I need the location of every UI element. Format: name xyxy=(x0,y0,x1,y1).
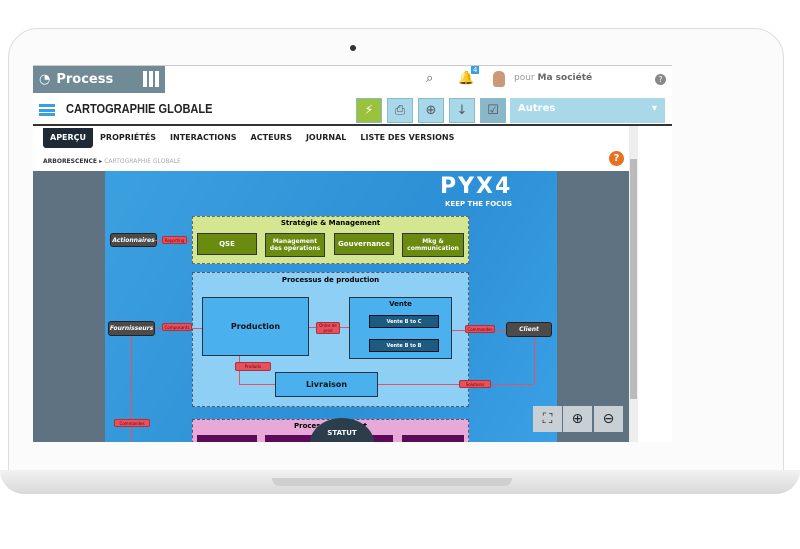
app-screen: ◔ Process ⌕ 🔔 4 pour Ma société ? CARTOGR… xyxy=(33,65,672,442)
client-actor[interactable]: Client xyxy=(506,322,552,337)
flow-label-composants: Composants xyxy=(162,323,192,331)
mkg-communication-process[interactable]: Mkg & communication xyxy=(402,233,464,257)
zoom-in-button[interactable]: ⊕ xyxy=(563,406,592,432)
qse-process[interactable]: QSE xyxy=(197,233,257,255)
company-name: Ma société xyxy=(537,73,593,83)
strategy-title: Stratégie & Management xyxy=(280,219,381,227)
flow-label-solutions: Solutions xyxy=(459,380,491,388)
support-process-1[interactable] xyxy=(197,435,257,442)
breadcrumb-current: CARTOGRAPHIE GLOBALE xyxy=(104,158,181,165)
fournisseurs-actor[interactable]: Fournisseurs xyxy=(108,321,155,336)
print-button[interactable]: ⎙ xyxy=(387,98,413,123)
unlock-button[interactable]: ☑ xyxy=(480,98,506,123)
tab-interactions[interactable]: INTERACTIONS xyxy=(163,128,244,148)
tagline: KEEP THE FOCUS xyxy=(445,200,513,208)
notification-badge: 4 xyxy=(471,66,480,74)
flow-label-commandes-fournisseurs: Commandes xyxy=(114,419,150,427)
chevron-down-icon: ▾ xyxy=(651,103,657,114)
autres-dropdown[interactable]: Autres ▾ xyxy=(510,98,665,123)
fullscreen-button[interactable]: ⛶ xyxy=(533,406,562,432)
flow-line xyxy=(239,384,275,385)
production-title: Processus de production xyxy=(281,276,380,284)
tab-bar: APERÇU PROPRIÉTÉS INTERACTIONS ACTEURS J… xyxy=(43,128,461,148)
apps-grid-icon[interactable] xyxy=(143,71,159,87)
actionnaires-actor[interactable]: Actionnaires xyxy=(110,233,157,247)
vente-b2b[interactable]: Vente B to B xyxy=(369,339,439,352)
production-process[interactable]: Production xyxy=(202,297,309,356)
vente-title: Vente xyxy=(389,300,412,308)
tab-versions[interactable]: LISTE DES VERSIONS xyxy=(353,128,461,148)
zoom-out-button[interactable]: ⊖ xyxy=(594,406,623,432)
tab-acteurs[interactable]: ACTEURS xyxy=(244,128,299,148)
company-selector[interactable]: pour Ma société xyxy=(514,73,592,83)
gouvernance-process[interactable]: Gouvernance xyxy=(334,233,394,255)
flow-label-reporting: Reporting xyxy=(162,236,187,244)
help-icon[interactable]: ? xyxy=(655,74,666,85)
logo-icon: ◔ xyxy=(39,72,51,87)
app-name: Process xyxy=(56,72,114,87)
tab-proprietes[interactable]: PROPRIÉTÉS xyxy=(93,128,163,148)
page-title: CARTOGRAPHIE GLOBALE xyxy=(66,101,213,116)
flow-label-ordre: Ordre de prod xyxy=(316,322,340,334)
livraison-process[interactable]: Livraison xyxy=(275,372,378,397)
flow-line xyxy=(534,337,535,384)
help-question-icon[interactable]: ? xyxy=(609,151,624,166)
avatar[interactable] xyxy=(493,71,505,87)
webcam xyxy=(350,45,356,51)
flow-label-commandes-client: Commandes xyxy=(465,325,495,333)
vente-b2c[interactable]: Vente B to C xyxy=(369,315,439,328)
laptop-notch xyxy=(272,478,512,486)
scrollbar-thumb[interactable] xyxy=(630,159,637,399)
pyx4-logo: PYX4 xyxy=(440,174,513,199)
flow-line xyxy=(378,384,534,385)
flow-label-produits: Produits xyxy=(235,362,271,371)
support-process-3[interactable] xyxy=(402,435,464,442)
breadcrumb: ARBORESCENCE ▸ CARTOGRAPHIE GLOBALE xyxy=(43,158,181,165)
process-map: PYX4 KEEP THE FOCUS Stratégie & Manageme… xyxy=(105,171,557,442)
tab-journal[interactable]: JOURNAL xyxy=(299,128,353,148)
breadcrumb-root[interactable]: ARBORESCENCE xyxy=(43,158,97,165)
user-prefix: pour xyxy=(514,73,535,83)
management-operations-process[interactable]: Management des opérations xyxy=(265,233,325,257)
lightning-button[interactable]: ⚡ xyxy=(356,98,382,123)
download-button[interactable]: ↓ xyxy=(449,98,475,123)
add-document-button[interactable]: ⊕ xyxy=(418,98,444,123)
search-icon[interactable]: ⌕ xyxy=(426,71,433,86)
tab-apercu[interactable]: APERÇU xyxy=(43,128,94,148)
autres-label: Autres xyxy=(518,103,556,114)
hamburger-menu-icon[interactable] xyxy=(39,104,55,116)
